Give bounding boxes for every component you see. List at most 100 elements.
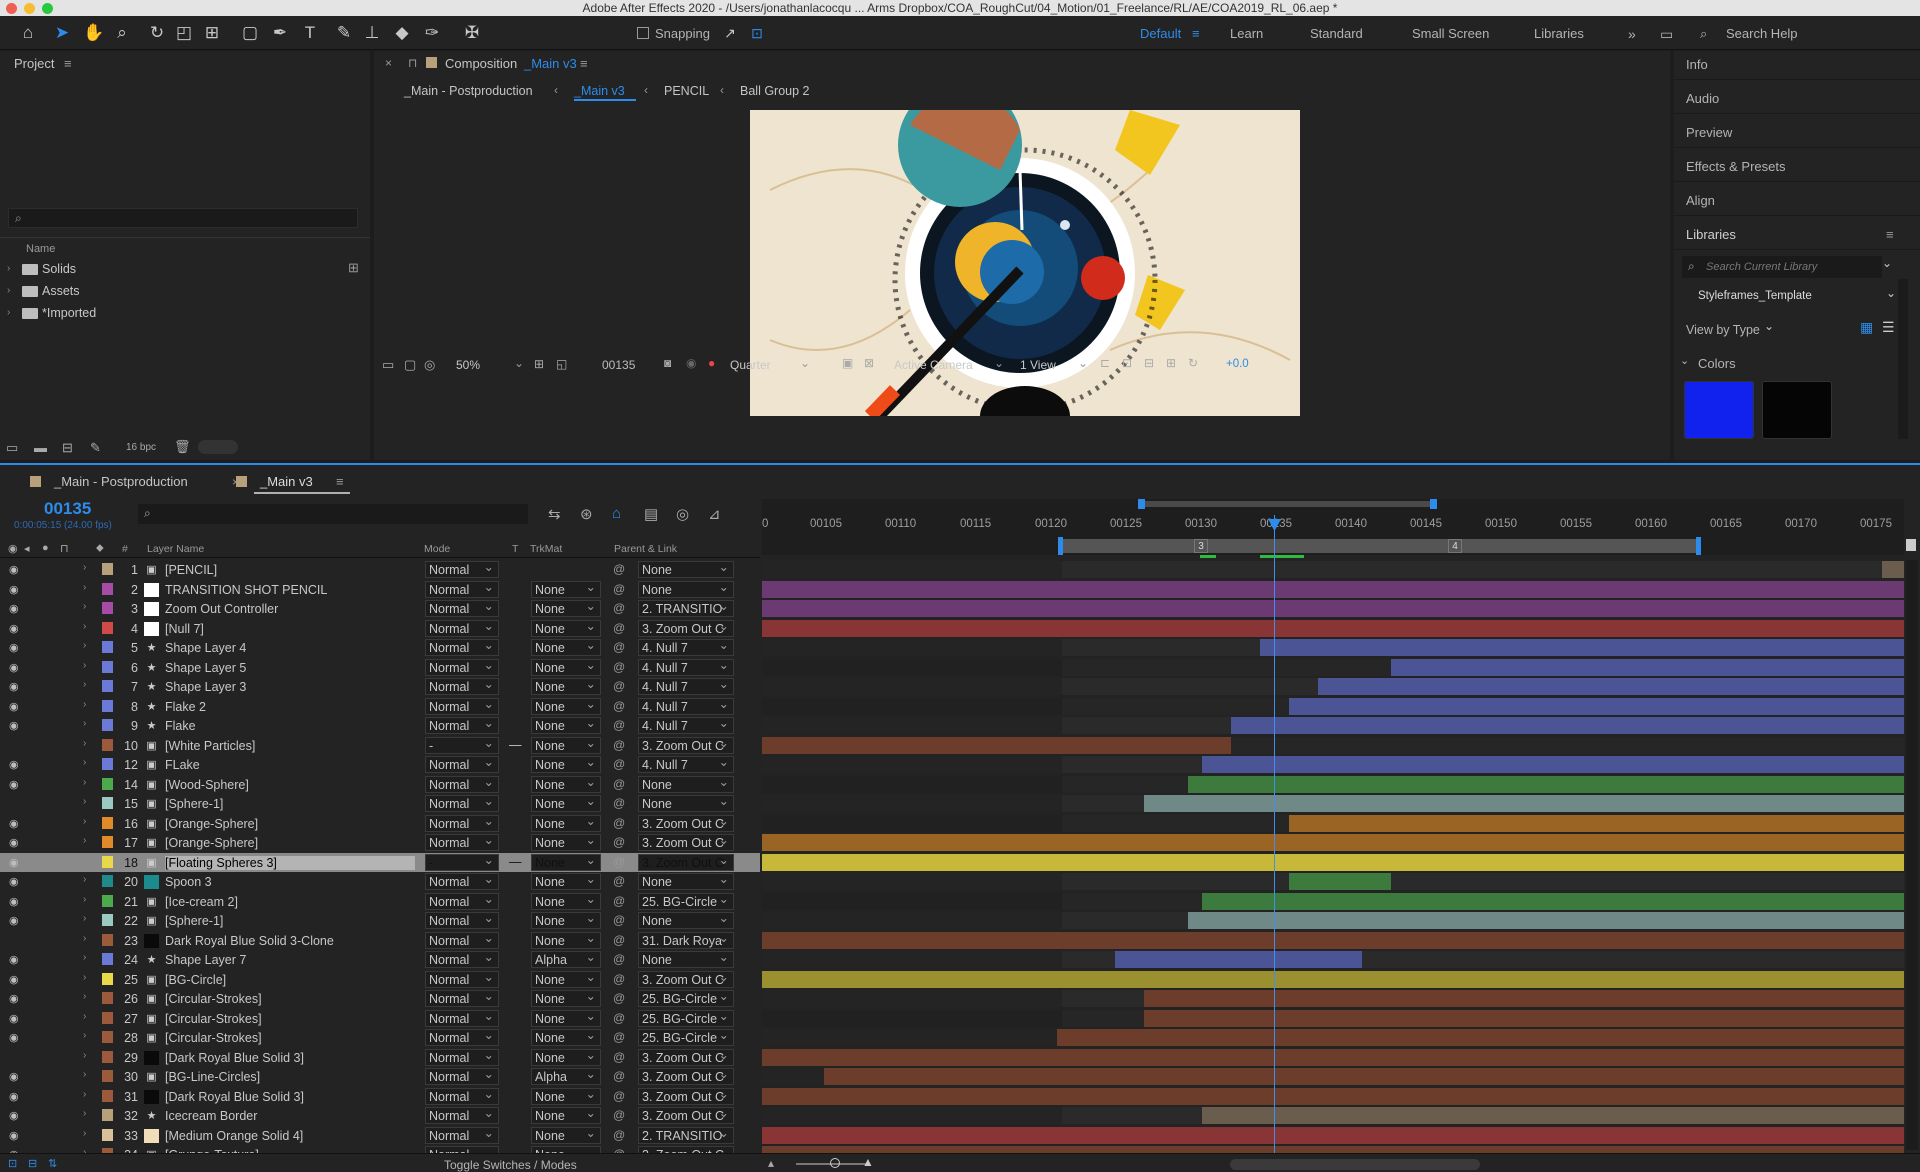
layer-label-color[interactable] <box>102 914 113 926</box>
layer-duration-bar[interactable] <box>1143 1009 1904 1027</box>
blend-mode-dropdown[interactable]: Normal <box>425 1086 499 1105</box>
time-zoom-handle[interactable] <box>830 1158 840 1168</box>
blend-mode-dropdown[interactable]: Normal <box>425 988 499 1007</box>
column-header-parent[interactable]: Parent & Link <box>614 543 677 555</box>
color-swatch[interactable] <box>1684 381 1754 439</box>
work-area-in-handle[interactable] <box>1058 537 1063 555</box>
expand-arrow-icon[interactable]: › <box>83 1011 86 1022</box>
zoom-dropdown[interactable]: 50% ⌄ <box>456 356 526 373</box>
eye-toggle-icon[interactable]: ◉ <box>9 1031 19 1044</box>
blend-mode-dropdown[interactable]: - <box>425 852 499 871</box>
track-matte-dropdown[interactable]: None <box>531 930 601 949</box>
layer-row[interactable]: ◉ › 1 ▣ [PENCIL] Normal @ None <box>0 559 760 580</box>
project-panel-menu-icon[interactable]: ≡ <box>64 56 72 71</box>
layer-duration-bar[interactable] <box>762 600 1904 617</box>
layer-label-color[interactable] <box>102 1031 113 1043</box>
expand-arrow-icon[interactable]: › <box>83 699 86 710</box>
layer-duration-bar[interactable] <box>1260 639 1904 656</box>
minimize-window-button[interactable] <box>24 3 35 14</box>
layer-name[interactable]: [White Particles] <box>165 739 415 753</box>
layer-label-color[interactable] <box>102 836 113 848</box>
eye-toggle-icon[interactable]: ◉ <box>9 992 19 1005</box>
expand-arrow-icon[interactable]: › <box>83 777 86 788</box>
libraries-menu-icon[interactable]: ≡ <box>1886 227 1894 242</box>
chevron-down-icon[interactable]: ⌄ <box>1680 354 1689 367</box>
track-matte-dropdown[interactable]: None <box>531 579 601 598</box>
expand-arrow-icon[interactable]: › <box>83 874 86 885</box>
layer-name[interactable]: Spoon 3 <box>165 875 415 889</box>
track-matte-dropdown[interactable]: None <box>531 676 601 695</box>
track-matte-dropdown[interactable]: None <box>531 1008 601 1027</box>
view-by-type-dropdown[interactable]: View by Type <box>1686 323 1760 337</box>
track-matte-dropdown[interactable]: None <box>531 774 601 793</box>
layer-row[interactable]: ◉ › 3 Zoom Out Controller Normal None @2. TRAN… <box>0 598 760 619</box>
layer-label-color[interactable] <box>102 660 113 673</box>
current-time-display[interactable]: 00135 <box>44 499 91 519</box>
always-preview-icon[interactable]: ▭ <box>382 357 394 373</box>
layer-row[interactable]: ◉ › 2 TRANSITION SHOT PENCIL Normal None @ None <box>0 579 760 600</box>
blend-mode-dropdown[interactable]: Normal <box>425 891 499 910</box>
snapshot-icon[interactable]: ◙ <box>664 356 671 370</box>
fast-preview-icon[interactable]: ⊡ <box>1122 356 1132 370</box>
flowchart-icon[interactable]: ⊞ <box>348 260 359 276</box>
track-matte-dropdown[interactable]: None <box>531 1125 601 1144</box>
layer-label-color[interactable] <box>102 855 113 868</box>
layer-name[interactable]: [Orange-Sphere] <box>165 836 415 850</box>
color-swatch[interactable] <box>1762 381 1832 439</box>
layer-name[interactable]: Shape Layer 5 <box>165 661 415 675</box>
brush-tool-icon[interactable]: ✎ <box>332 21 356 45</box>
parent-pickwhip-icon[interactable]: @ <box>613 1011 625 1025</box>
track-matte-dropdown[interactable]: None <box>531 735 601 754</box>
parent-dropdown[interactable]: 25. BG-Circle <box>638 1029 734 1046</box>
expand-arrow-icon[interactable]: › <box>83 1128 86 1139</box>
parent-pickwhip-icon[interactable]: @ <box>613 796 625 810</box>
expand-arrow-icon[interactable]: › <box>83 913 86 924</box>
workspace-default[interactable]: Default <box>1140 26 1181 41</box>
blend-mode-dropdown[interactable]: - <box>425 735 499 754</box>
layer-row[interactable]: › 23 Dark Royal Blue Solid 3-Clone Normal No… <box>0 930 760 951</box>
breadcrumb-item[interactable]: Ball Group 2 <box>740 84 809 98</box>
parent-pickwhip-icon[interactable]: @ <box>613 777 625 791</box>
parent-dropdown[interactable]: 3. Zoom Out C <box>638 834 734 851</box>
frame-blending-icon[interactable]: ▤ <box>644 505 658 523</box>
layer-name[interactable]: [BG-Line-Circles] <box>165 1070 415 1084</box>
snapping-checkbox[interactable] <box>637 27 649 39</box>
layer-name[interactable]: [Circular-Strokes] <box>165 992 415 1006</box>
layer-label-color[interactable] <box>102 1070 113 1082</box>
layer-name[interactable]: Shape Layer 7 <box>165 953 415 967</box>
parent-pickwhip-icon[interactable]: @ <box>613 562 625 576</box>
zoom-out-icon[interactable]: ▴ <box>768 1156 774 1170</box>
layer-name[interactable]: Flake 2 <box>165 700 415 714</box>
composition-marker[interactable]: 3 <box>1194 539 1208 553</box>
layer-label-color[interactable] <box>102 953 113 965</box>
exposure-value[interactable]: +0.0 <box>1226 358 1249 370</box>
blend-mode-dropdown[interactable]: Normal <box>425 871 499 890</box>
parent-dropdown[interactable]: 3. Zoom Out C <box>638 1048 734 1066</box>
parent-dropdown[interactable]: 3. Zoom Out C <box>638 814 734 832</box>
blend-mode-dropdown[interactable]: Normal <box>425 813 499 832</box>
snap-feather-icon[interactable]: ⊡ <box>745 21 769 45</box>
layer-duration-bar[interactable] <box>762 970 1904 988</box>
timeline-search-input[interactable]: ⌕ <box>138 504 528 524</box>
expand-arrow-icon[interactable]: › <box>83 952 86 963</box>
track-matte-dropdown[interactable]: None <box>531 715 601 734</box>
blend-mode-dropdown[interactable]: Normal <box>425 1008 499 1027</box>
eye-toggle-icon[interactable]: ◉ <box>9 856 19 869</box>
layer-name[interactable]: Flake <box>165 719 415 733</box>
pen-tool-icon[interactable]: ✒ <box>268 21 292 45</box>
track-matte-dropdown[interactable]: None <box>531 988 601 1007</box>
eye-toggle-icon[interactable]: ◉ <box>9 719 19 732</box>
folder-expand-arrow[interactable]: › <box>7 307 10 318</box>
clone-stamp-icon[interactable]: ⊥ <box>360 21 384 45</box>
blend-mode-dropdown[interactable]: Normal <box>425 1047 499 1066</box>
expand-arrow-icon[interactable]: › <box>83 835 86 846</box>
blend-mode-dropdown[interactable]: Normal <box>425 754 499 773</box>
layer-label-color[interactable] <box>102 933 113 946</box>
layer-label-color[interactable] <box>102 1089 113 1102</box>
layer-label-color[interactable] <box>102 816 113 829</box>
eye-toggle-icon[interactable]: ◉ <box>9 680 19 693</box>
parent-pickwhip-icon[interactable]: @ <box>613 894 625 908</box>
layer-duration-bar[interactable] <box>823 1068 1904 1085</box>
breadcrumb-item[interactable]: _Main - Postproduction <box>404 84 533 98</box>
layer-name[interactable]: Icecream Border <box>165 1109 415 1123</box>
